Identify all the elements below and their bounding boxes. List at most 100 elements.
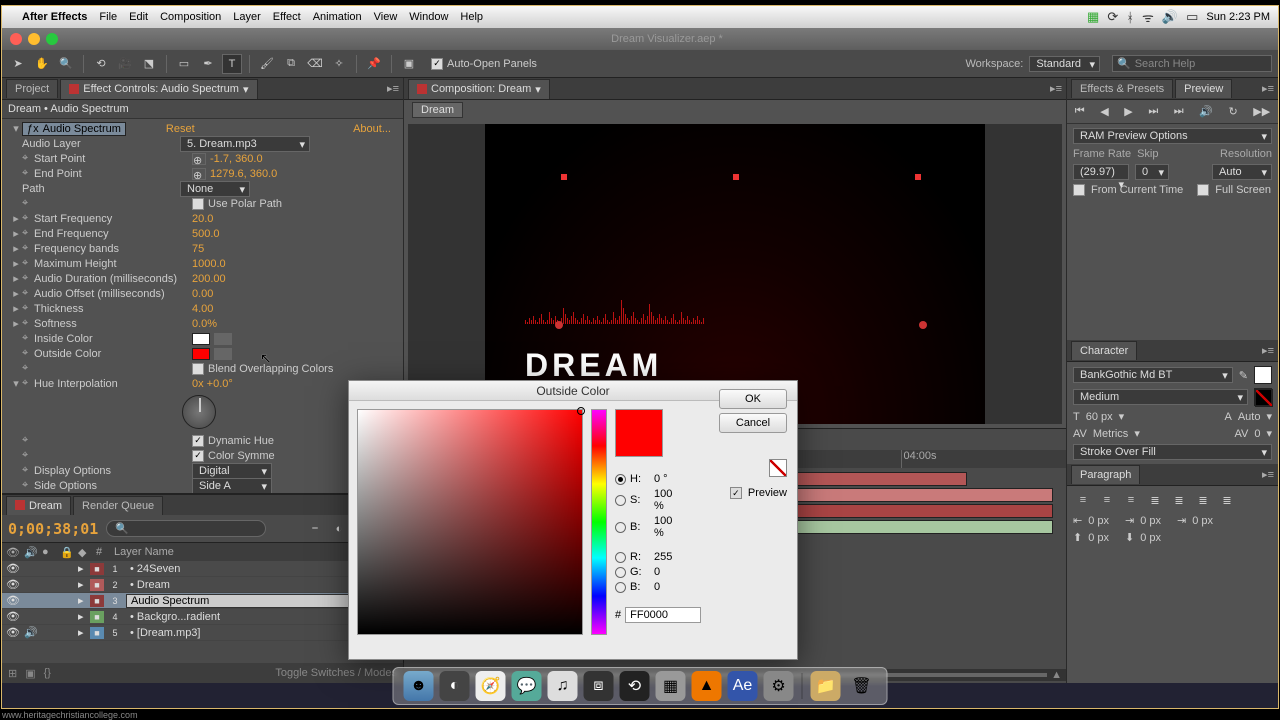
cancel-button[interactable]: Cancel <box>719 413 787 433</box>
blend-checkbox[interactable] <box>192 363 204 375</box>
zoom-window-button[interactable] <box>46 33 58 45</box>
tab-preview[interactable]: Preview <box>1175 79 1232 98</box>
puppet-tool-icon[interactable]: 📌 <box>364 54 384 74</box>
menu-edit[interactable]: Edit <box>129 11 148 23</box>
adur-value[interactable]: 200.00 <box>192 273 226 285</box>
zoom-tool-icon[interactable]: 🔍 <box>56 54 76 74</box>
hue-dial[interactable] <box>182 395 216 429</box>
prev-frame-icon[interactable]: ◀ <box>1100 105 1108 118</box>
comp-crumb[interactable]: Dream <box>412 102 463 118</box>
indent-first-value[interactable]: 0 px <box>1140 515 1161 527</box>
auto-open-checkbox[interactable]: ✓ <box>431 58 443 70</box>
h-value[interactable]: 0 ° <box>654 473 684 485</box>
symm-checkbox[interactable]: ✓ <box>192 450 204 462</box>
hand-tool-icon[interactable]: ✋ <box>32 54 52 74</box>
about-link[interactable]: About... <box>353 123 391 135</box>
tab-character[interactable]: Character <box>1071 341 1137 360</box>
pan-behind-tool-icon[interactable]: ⬔ <box>139 54 159 74</box>
eyedropper-icon-2[interactable] <box>214 348 232 360</box>
eyedropper-icon[interactable]: ✎ <box>1239 369 1248 382</box>
hue-value[interactable]: 0x +0.0° <box>192 378 233 390</box>
hex-input[interactable] <box>625 607 701 623</box>
saturation-value-field[interactable] <box>357 409 583 635</box>
trash-icon[interactable]: 🗑 <box>847 671 877 701</box>
dashboard-icon[interactable]: ◐ <box>440 671 470 701</box>
font-weight-select[interactable]: Medium <box>1073 389 1248 405</box>
tab-effects-presets[interactable]: Effects & Presets <box>1071 79 1173 98</box>
tracking-value[interactable]: 0 <box>1254 428 1260 440</box>
stroke-color-swatch[interactable] <box>1254 388 1272 406</box>
volume-icon[interactable]: 🔊 <box>1162 9 1178 25</box>
stroke-option-select[interactable]: Stroke Over Fill <box>1073 444 1272 460</box>
preview-checkbox[interactable]: ✓ <box>730 487 742 499</box>
h-radio[interactable] <box>615 474 626 485</box>
font-family-select[interactable]: BankGothic Md BT <box>1073 367 1233 383</box>
camera-tool-icon[interactable]: 🎥 <box>115 54 135 74</box>
layer-handle[interactable] <box>733 174 739 180</box>
ram-preview-icon[interactable]: ▶▶ <box>1253 105 1270 118</box>
help-search[interactable]: 🔍 Search Help <box>1112 55 1272 72</box>
menu-window[interactable]: Window <box>409 11 448 23</box>
bl-radio[interactable] <box>615 582 626 593</box>
no-color-icon[interactable] <box>769 459 787 477</box>
audio-layer-select[interactable]: 5. Dream.mp3 <box>180 136 310 152</box>
polar-checkbox[interactable] <box>192 198 204 210</box>
chevron-down-icon[interactable]: ▾ <box>1266 427 1272 440</box>
timeline-search[interactable]: 🔍 <box>106 520 266 537</box>
align-center-icon[interactable]: ≡ <box>1097 490 1117 510</box>
panel-icon[interactable]: ▣ <box>399 54 419 74</box>
tab-render-queue[interactable]: Render Queue <box>73 496 163 515</box>
r-radio[interactable] <box>615 552 626 563</box>
tab-effect-controls[interactable]: Effect Controls: Audio Spectrum▾ <box>60 79 257 99</box>
ram-preview-options[interactable]: RAM Preview Options <box>1073 128 1272 144</box>
tl-foot-icon3[interactable]: {} <box>44 667 51 679</box>
inside-color-swatch[interactable] <box>192 333 210 345</box>
end-freq-value[interactable]: 500.0 <box>192 228 220 240</box>
app-icon-3[interactable]: ▦ <box>656 671 686 701</box>
justify-left-icon[interactable]: ≣ <box>1145 490 1165 510</box>
bands-value[interactable]: 75 <box>192 243 204 255</box>
loop-icon[interactable]: ↻ <box>1229 105 1238 118</box>
justify-center-icon[interactable]: ≣ <box>1169 490 1189 510</box>
downloads-icon[interactable]: 📁 <box>811 671 841 701</box>
tab-composition[interactable]: Composition: Dream▾ <box>408 79 550 99</box>
outside-color-swatch[interactable] <box>192 348 210 360</box>
tl-icon-2[interactable]: ◐ <box>329 519 349 539</box>
menu-layer[interactable]: Layer <box>233 11 261 23</box>
app-icon-2[interactable]: ⟲ <box>620 671 650 701</box>
spaces-icon[interactable]: ▦ <box>1087 9 1099 25</box>
menu-animation[interactable]: Animation <box>313 11 362 23</box>
aoff-value[interactable]: 0.00 <box>192 288 213 300</box>
battery-icon[interactable]: ▭ <box>1186 9 1198 25</box>
bl-value[interactable]: 0 <box>654 581 684 593</box>
safari-icon[interactable]: 🧭 <box>476 671 506 701</box>
app-name[interactable]: After Effects <box>22 11 87 23</box>
indent-right-value[interactable]: 0 px <box>1192 515 1213 527</box>
selection-tool-icon[interactable]: ➤ <box>8 54 28 74</box>
paragraph-panel-menu-icon[interactable]: ▸≡ <box>1262 468 1274 481</box>
wifi-icon[interactable]: ᯤ <box>1142 8 1154 26</box>
framerate-select[interactable]: (29.97) <box>1073 164 1129 180</box>
layer-row[interactable]: 👁▸■1• 24Seven <box>2 561 403 577</box>
reset-link[interactable]: Reset <box>166 123 195 135</box>
layer-row[interactable]: 👁▸■4• Backgro...radient <box>2 609 403 625</box>
justify-all-icon[interactable]: ≣ <box>1217 490 1237 510</box>
from-current-checkbox[interactable] <box>1073 184 1085 196</box>
shape-tool-icon[interactable]: ▭ <box>174 54 194 74</box>
chevron-down-icon[interactable]: ▾ <box>1266 410 1272 423</box>
b-value[interactable]: 100 % <box>654 515 684 539</box>
b-radio[interactable] <box>615 522 626 533</box>
chevron-down-icon[interactable]: ▾ <box>1134 427 1140 440</box>
character-panel-menu-icon[interactable]: ▸≡ <box>1262 344 1274 357</box>
g-value[interactable]: 0 <box>654 566 684 578</box>
minimize-window-button[interactable] <box>28 33 40 45</box>
display-options-select[interactable]: Digital <box>192 463 272 479</box>
itunes-icon[interactable]: ♫ <box>548 671 578 701</box>
crosshair-icon[interactable]: ⊕ <box>192 153 206 165</box>
g-radio[interactable] <box>615 567 626 578</box>
fill-color-swatch[interactable] <box>1254 366 1272 384</box>
s-value[interactable]: 100 % <box>654 488 684 512</box>
eyedropper-icon[interactable] <box>214 333 232 345</box>
close-window-button[interactable] <box>10 33 22 45</box>
tab-project[interactable]: Project <box>6 79 58 98</box>
